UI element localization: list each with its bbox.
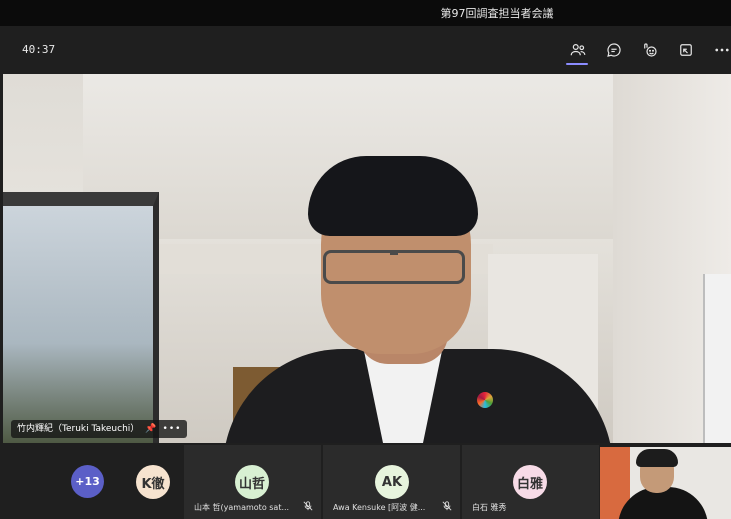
more-icon bbox=[715, 48, 729, 52]
more-options-icon[interactable]: ••• bbox=[163, 420, 182, 438]
participant-avatar: 山哲 bbox=[235, 465, 269, 499]
participant-tile[interactable]: AK Awa Kensuke [阿波 健... bbox=[323, 445, 460, 519]
self-view-hair bbox=[636, 449, 678, 467]
meeting-toolbar: 40:37 bbox=[0, 26, 731, 74]
main-video[interactable]: 竹内輝紀（Teruki Takeuchi） 📌 ••• bbox=[3, 74, 731, 443]
participant-tile[interactable]: 山哲 山本 哲(yamamoto sat... bbox=[184, 445, 321, 519]
pin-icon[interactable]: 📌 bbox=[145, 420, 156, 438]
participants-button[interactable] bbox=[566, 38, 590, 62]
title-bar: 第97回調査担当者会議 bbox=[0, 0, 731, 26]
participant-tile[interactable]: K徹 bbox=[124, 445, 182, 519]
whiteboard bbox=[703, 274, 731, 443]
window-frame bbox=[3, 192, 159, 443]
participant-tile[interactable]: 白雅 白石 雅秀 bbox=[462, 445, 599, 519]
chat-button[interactable] bbox=[602, 38, 626, 62]
overflow-participants-button[interactable]: +13 bbox=[71, 465, 104, 498]
reactions-button[interactable] bbox=[638, 38, 662, 62]
glasses-bridge bbox=[390, 253, 398, 255]
participants-active-indicator bbox=[566, 63, 588, 65]
meeting-title: 第97回調査担当者会議 bbox=[440, 7, 554, 20]
meeting-timer: 40:37 bbox=[22, 43, 56, 56]
participant-name: 山本 哲(yamamoto sat... bbox=[194, 503, 290, 512]
participant-avatar: K徹 bbox=[136, 465, 170, 499]
sdg-pin-badge bbox=[477, 392, 493, 408]
participant-avatar: AK bbox=[375, 465, 409, 499]
chat-icon bbox=[607, 43, 621, 57]
share-screen-icon bbox=[680, 44, 692, 56]
self-view-video[interactable] bbox=[600, 447, 731, 519]
participant-name: 白石 雅秀 bbox=[472, 503, 507, 512]
speaker-name-tag: 竹内輝紀（Teruki Takeuchi） 📌 ••• bbox=[11, 420, 188, 438]
share-screen-button[interactable] bbox=[674, 38, 698, 62]
more-button[interactable] bbox=[710, 38, 731, 62]
participants-icon bbox=[570, 44, 586, 56]
speaker-name: 竹内輝紀（Teruki Takeuchi） bbox=[17, 424, 140, 434]
participant-name: Awa Kensuke [阿波 健... bbox=[333, 503, 426, 512]
mic-muted-icon bbox=[442, 501, 452, 511]
speaker-hair bbox=[308, 156, 478, 236]
reactions-icon bbox=[644, 43, 657, 57]
speaker-glasses bbox=[323, 250, 465, 284]
mic-muted-icon bbox=[303, 501, 313, 511]
participant-avatar: 白雅 bbox=[513, 465, 547, 499]
